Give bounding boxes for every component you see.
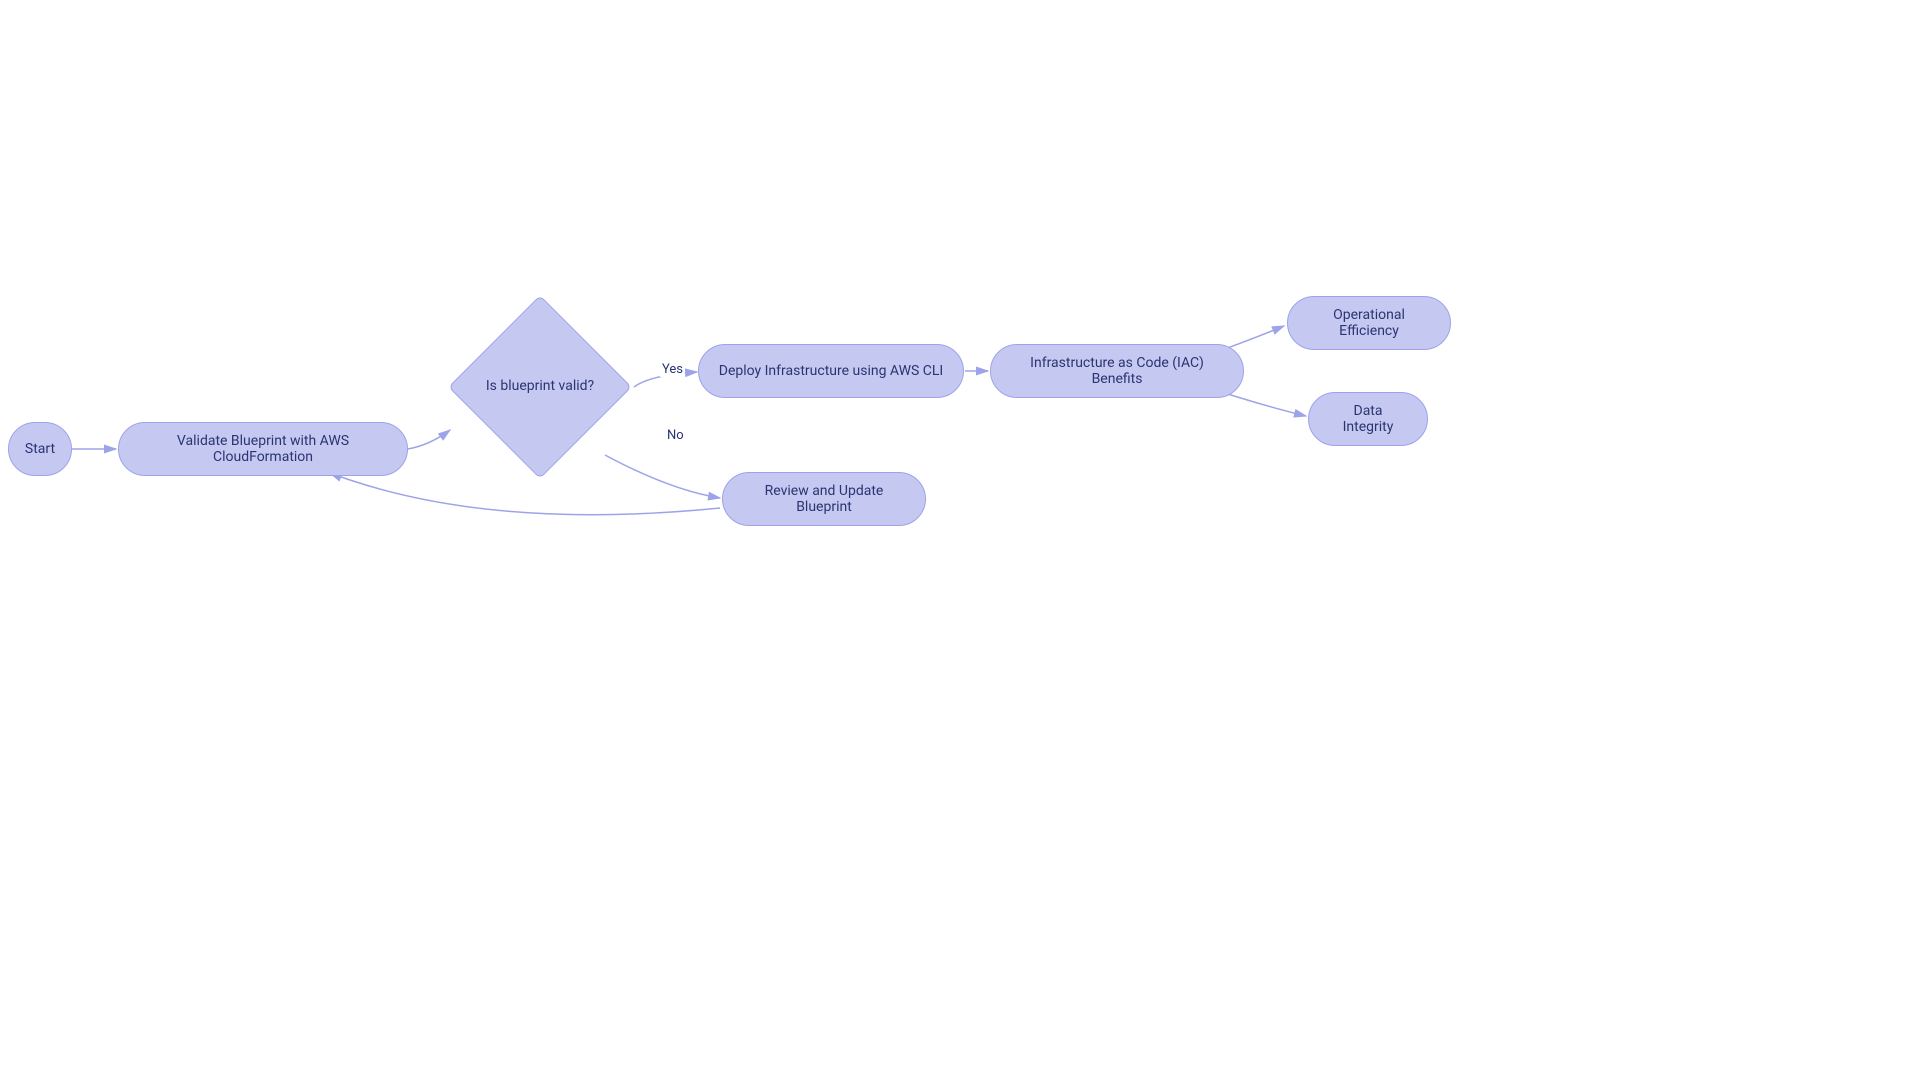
- edge-yes-label: Yes: [660, 362, 685, 377]
- node-validate-label: Validate Blueprint with AWS CloudFormati…: [137, 433, 389, 465]
- node-iac: Infrastructure as Code (IAC) Benefits: [990, 344, 1244, 398]
- node-deploy-label: Deploy Infrastructure using AWS CLI: [719, 363, 944, 379]
- node-review-label: Review and Update Blueprint: [741, 483, 907, 515]
- node-decision: [448, 295, 632, 479]
- node-opeff-label: Operational Efficiency: [1306, 307, 1432, 339]
- flowchart-edges: [0, 0, 1920, 1080]
- node-opeff: Operational Efficiency: [1287, 296, 1451, 350]
- node-deploy: Deploy Infrastructure using AWS CLI: [698, 344, 964, 398]
- node-validate: Validate Blueprint with AWS CloudFormati…: [118, 422, 408, 476]
- node-start-label: Start: [25, 441, 55, 457]
- edge-no-label: No: [665, 428, 686, 443]
- node-data-label: Data Integrity: [1327, 403, 1409, 435]
- node-iac-label: Infrastructure as Code (IAC) Benefits: [1009, 355, 1225, 387]
- node-data: Data Integrity: [1308, 392, 1428, 446]
- node-start: Start: [8, 422, 72, 476]
- node-review: Review and Update Blueprint: [722, 472, 926, 526]
